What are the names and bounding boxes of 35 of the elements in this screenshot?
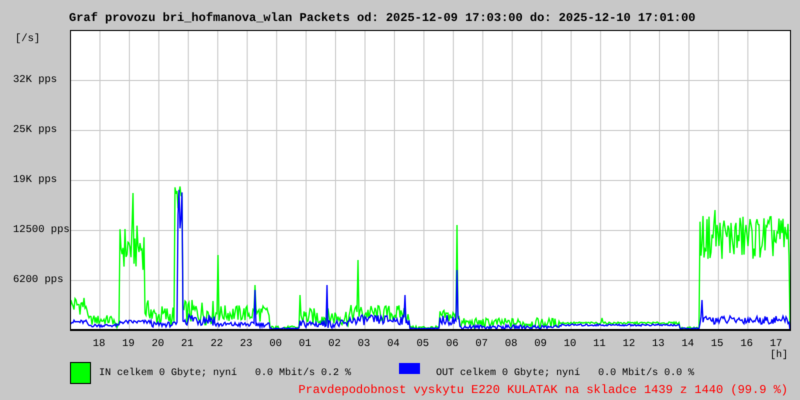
- x-axis-label: 11: [592, 338, 607, 351]
- x-axis-label: 20: [150, 338, 166, 351]
- x-axis-label: 06: [444, 338, 460, 351]
- x-axis-label: 10: [562, 338, 578, 351]
- x-axis-label: 14: [680, 338, 696, 351]
- y-axis-label: 25K pps: [13, 123, 58, 138]
- y-axis-label: 12500 pps: [13, 223, 70, 238]
- x-axis-label: 09: [533, 338, 548, 351]
- x-axis-label: 16: [739, 338, 754, 351]
- y-axis-label: 6200 pps: [13, 273, 64, 288]
- x-axis-label: 23: [238, 338, 254, 351]
- legend-text: IN celkem 0 Gbyte; nyní 0.0 Mbit/s 0.2 %: [99, 366, 352, 380]
- x-axis-label: 08: [504, 338, 518, 351]
- x-axis-unit: [h]: [770, 350, 788, 361]
- footer-note: Pravdepodobnost vyskytu E220 KULATAK na skladce 1439 z 1440 (99.9 %): [298, 383, 788, 397]
- x-axis-label: 02: [327, 338, 342, 351]
- y-axis-label: 32K pps: [13, 73, 58, 88]
- x-axis-label: 21: [180, 338, 195, 351]
- x-axis-label: 12: [622, 338, 636, 351]
- x-axis-label: 17: [768, 338, 782, 350]
- x-axis-label: 22: [209, 338, 224, 351]
- legend-text: OUT celkem 0 Gbyte; nyní 0.0 Mbit/s 0.0 %: [436, 366, 694, 380]
- x-axis-label: 19: [121, 338, 136, 351]
- y-axis-label: 19K pps: [13, 173, 58, 188]
- x-axis-label: 13: [651, 338, 666, 351]
- x-axis-label: 00: [268, 338, 283, 351]
- x-axis-label: 07: [474, 338, 489, 351]
- x-axis-label: 15: [710, 338, 724, 351]
- x-axis-label: 18: [92, 338, 106, 351]
- y-axis-unit: [/s]: [15, 33, 40, 45]
- x-axis-label: 01: [298, 338, 312, 351]
- chart-title: Graf provozu bri_hofmanova_wlan Packets od: 2025-12-09 17:03:00 do: 2025-12-10 17:01:00: [68, 10, 697, 27]
- x-axis-label: 03: [356, 338, 372, 351]
- x-axis-label: 05: [416, 338, 430, 351]
- x-axis-label: 04: [386, 338, 401, 351]
